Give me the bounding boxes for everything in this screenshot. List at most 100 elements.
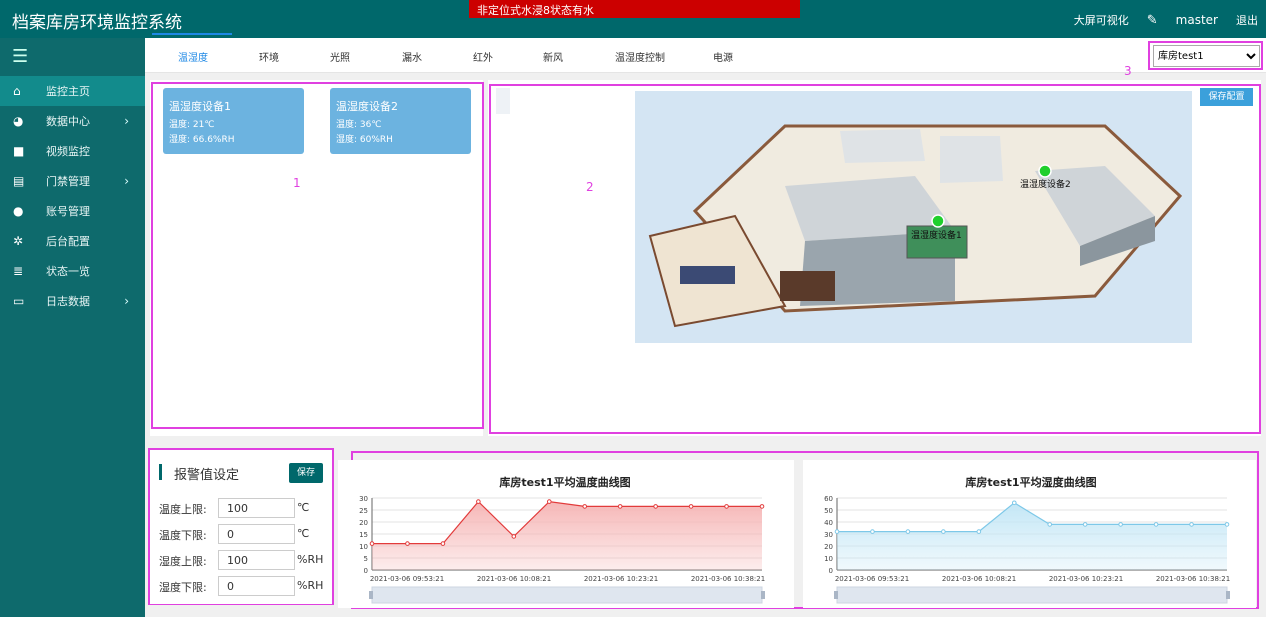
sidebar-item-label: 后台配置: [46, 235, 90, 248]
pen-off-icon[interactable]: ✎: [1147, 13, 1158, 28]
list-icon: ≣: [13, 264, 24, 278]
alert-banner[interactable]: 非定位式水浸8状态有水: [469, 0, 800, 18]
alarm-field-input[interactable]: [218, 576, 295, 596]
data-point: [1153, 522, 1159, 527]
hum-chart: 0 10 20 30 40 50 60 2021-03-06 09:53:21 2021-03-…: [824, 495, 1230, 604]
data-point: [440, 541, 446, 546]
sidebar-item-label: 状态一览: [46, 265, 90, 278]
y-tick-label: 60: [824, 495, 833, 503]
data-point: [1047, 522, 1053, 527]
sidebar-item[interactable]: ▭ 日志数据 ›: [0, 286, 145, 316]
y-tick-label: 30: [359, 495, 368, 503]
data-point: [941, 529, 946, 534]
data-point: [976, 529, 982, 534]
home-icon: ⌂: [13, 84, 21, 98]
y-tick-label: 5: [364, 555, 368, 563]
sidebar-item-label: 门禁管理: [46, 175, 90, 188]
slider-handle-right[interactable]: [761, 591, 765, 599]
alarm-field-unit: ℃: [297, 501, 310, 514]
sidebar-item[interactable]: ✲ 后台配置: [0, 226, 145, 256]
data-point: [582, 504, 588, 509]
zoom-slider[interactable]: [836, 586, 1228, 604]
tab[interactable]: 温湿度: [178, 49, 208, 64]
sidebar: ☰ ⌂ 监控主页 ◕ 数据中心 › ■ 视频监控 ▤ 门禁管理 › ● 账号管理 ✲ 后台配置 ≣ 状态一览 ▭…: [0, 38, 145, 617]
alarm-field-label: 湿度上限:: [159, 555, 207, 568]
logout-link[interactable]: 退出: [1236, 12, 1258, 28]
user-icon: ●: [13, 204, 24, 218]
user-name[interactable]: master: [1176, 13, 1218, 27]
sidebar-item-label: 视频监控: [46, 145, 90, 158]
sidebar-item[interactable]: ⌂ 监控主页: [0, 76, 145, 106]
tab[interactable]: 红外: [473, 49, 493, 64]
alarm-field-label: 温度上限:: [159, 503, 207, 516]
sidebar-item[interactable]: ■ 视频监控: [0, 136, 145, 166]
data-point: [653, 504, 658, 509]
data-point: [1189, 522, 1194, 527]
y-tick-label: 30: [824, 531, 833, 539]
tab[interactable]: 漏水: [402, 49, 422, 64]
y-tick-label: 40: [824, 519, 833, 527]
slider-handle-left[interactable]: [834, 591, 838, 599]
data-point: [688, 504, 694, 509]
x-tick-label: 2021-03-06 09:53:21: [370, 575, 444, 583]
data-point: [1224, 522, 1230, 527]
data-point: [1082, 522, 1088, 527]
data-point: [724, 504, 729, 509]
data-point: [1118, 522, 1123, 527]
y-tick-label: 0: [829, 567, 833, 575]
log-icon: ▭: [13, 294, 25, 308]
menu-toggle-icon[interactable]: ☰: [0, 38, 145, 76]
alarm-field-input[interactable]: [218, 498, 295, 518]
data-point: [1011, 500, 1017, 506]
x-tick-label: 2021-03-06 10:38:21: [1156, 575, 1230, 583]
alarm-field-label: 温度下限:: [159, 529, 207, 542]
tab[interactable]: 新风: [543, 49, 563, 64]
y-tick-label: 20: [824, 543, 833, 551]
sidebar-item-label: 日志数据: [46, 295, 90, 308]
sidebar-item[interactable]: ◕ 数据中心 ›: [0, 106, 145, 136]
sidebar-item[interactable]: ▤ 门禁管理 ›: [0, 166, 145, 196]
alarm-field-unit: %RH: [297, 579, 324, 592]
alarm-field-unit: ℃: [297, 527, 310, 540]
data-point: [759, 504, 765, 509]
zoom-slider[interactable]: [371, 586, 763, 604]
x-tick-label: 2021-03-06 10:38:21: [691, 575, 765, 583]
data-point: [870, 529, 875, 534]
data-point: [511, 534, 517, 539]
alarm-title: 报警值设定: [174, 468, 240, 483]
x-tick-label: 2021-03-06 10:08:21: [942, 575, 1016, 583]
y-tick-label: 20: [359, 519, 368, 527]
slider-handle-right[interactable]: [1226, 591, 1230, 599]
data-point: [476, 499, 481, 504]
alarm-field-input[interactable]: [218, 524, 295, 544]
data-point: [546, 499, 552, 504]
bigscreen-link[interactable]: 大屏可视化: [1074, 12, 1129, 28]
y-tick-label: 50: [824, 507, 833, 515]
slider-handle-left[interactable]: [369, 591, 373, 599]
x-tick-label: 2021-03-06 10:23:21: [1049, 575, 1123, 583]
series-area: [837, 502, 1227, 570]
tab[interactable]: 电源: [713, 49, 733, 64]
highlight-box-2: [489, 84, 1261, 434]
temp-chart-title: 库房test1平均温度曲线图: [499, 476, 631, 489]
y-tick-label: 10: [359, 543, 368, 551]
sidebar-item-label: 监控主页: [46, 85, 90, 98]
series-area: [372, 501, 762, 570]
highlight-box-1: [151, 82, 484, 429]
alarm-save-button[interactable]: 保存: [289, 463, 323, 483]
sidebar-item[interactable]: ≣ 状态一览: [0, 256, 145, 286]
chevron-right-icon: ›: [124, 294, 129, 308]
y-tick-label: 0: [364, 567, 368, 575]
data-point: [617, 504, 623, 509]
alarm-field-label: 湿度下限:: [159, 581, 207, 594]
highlight-box-3: [1148, 41, 1263, 70]
active-tab-underline: [152, 33, 232, 35]
tab-bar: [145, 38, 1266, 73]
alarm-field-input[interactable]: [218, 550, 295, 570]
video-icon: ■: [13, 144, 25, 158]
sidebar-item[interactable]: ● 账号管理: [0, 196, 145, 226]
tab[interactable]: 温湿度控制: [615, 49, 665, 64]
tab[interactable]: 环境: [259, 49, 279, 64]
tab[interactable]: 光照: [330, 49, 350, 64]
app-title: 档案库房环境监控系统: [12, 13, 182, 33]
